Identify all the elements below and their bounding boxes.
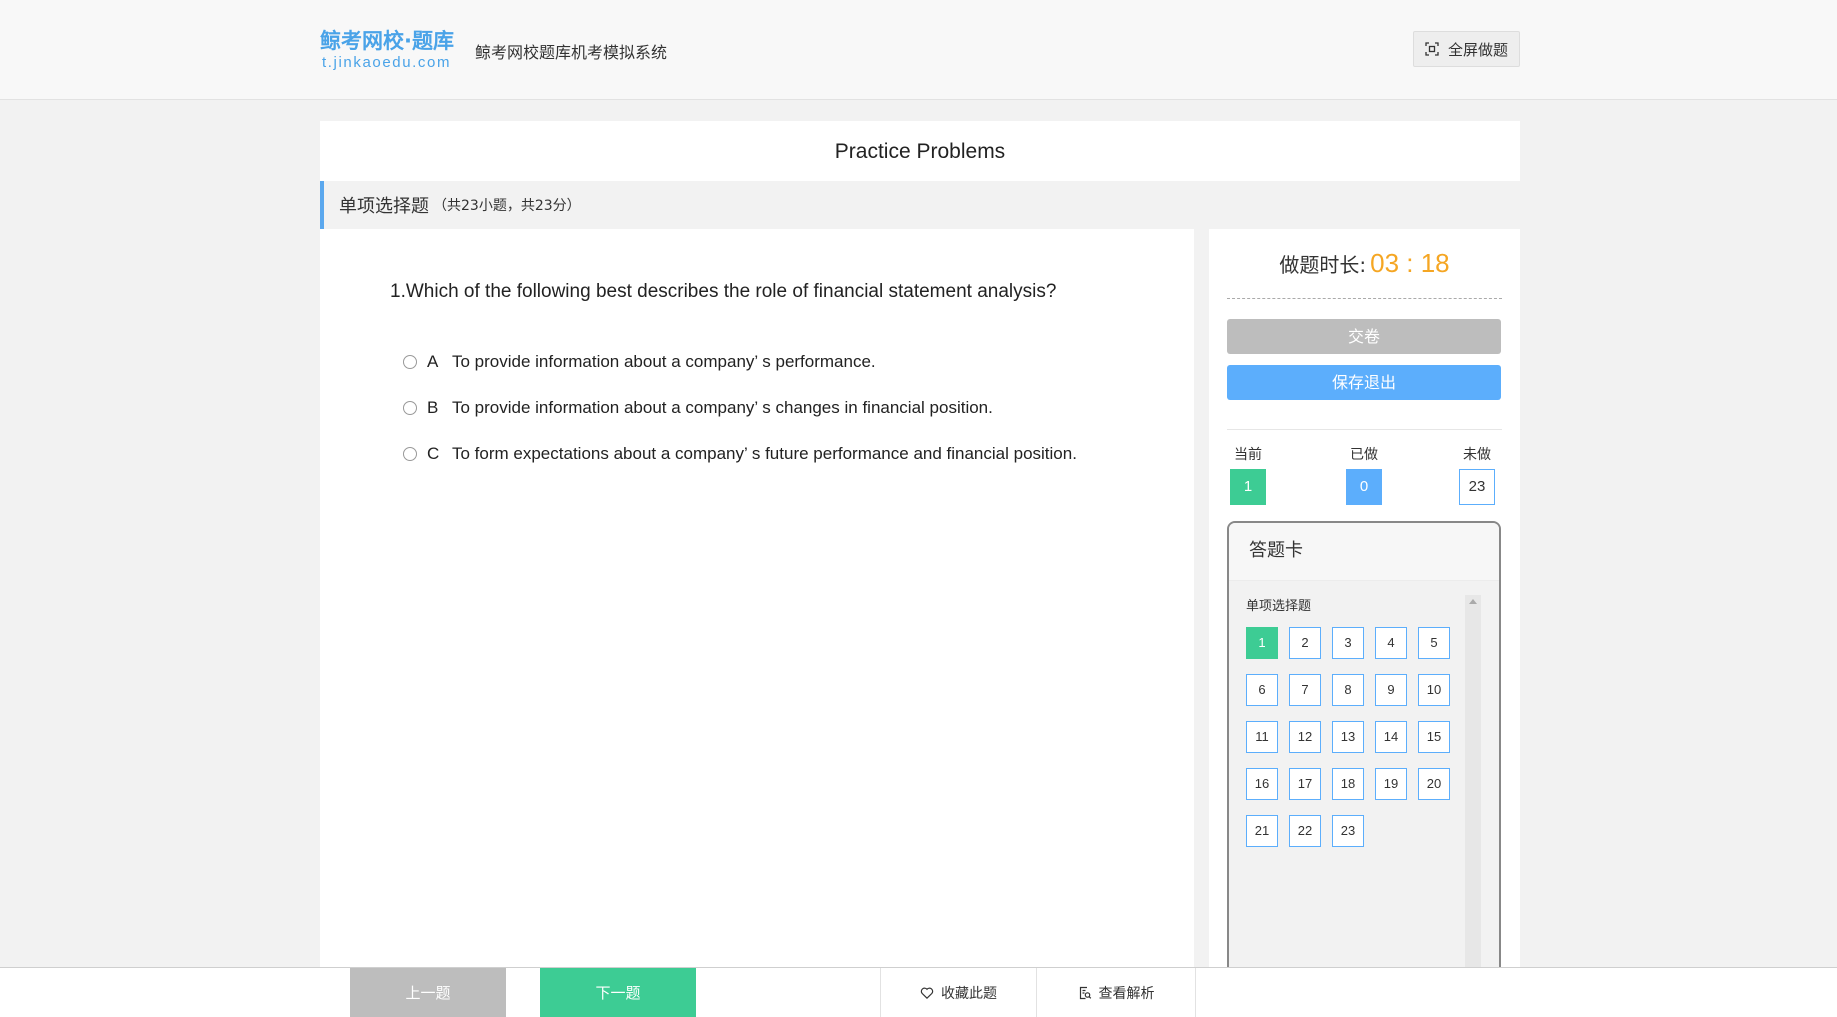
bottom-bar: 上一题 下一题 收藏此题 查看解析 <box>0 967 1837 1017</box>
stat-current: 当前 1 <box>1230 445 1266 505</box>
option-letter: C <box>427 444 440 463</box>
question-number-cell[interactable]: 9 <box>1375 674 1407 706</box>
timer-value: 03 : 18 <box>1370 248 1450 278</box>
system-title: 鲸考网校题库机考模拟系统 <box>475 43 668 62</box>
stat-done: 已做 0 <box>1346 445 1382 505</box>
view-analysis-button[interactable]: 查看解析 <box>1036 968 1196 1017</box>
stat-todo: 未做 23 <box>1459 445 1495 505</box>
question-number-cell[interactable]: 12 <box>1289 721 1321 753</box>
question-number-cell[interactable]: 6 <box>1246 674 1278 706</box>
question-number-cell[interactable]: 11 <box>1246 721 1278 753</box>
prev-question-button[interactable]: 上一题 <box>350 968 506 1017</box>
stat-done-value: 0 <box>1346 469 1382 505</box>
logo-sub-text: t.jinkaoedu.com <box>322 54 452 71</box>
scroll-up-icon[interactable] <box>1469 599 1477 604</box>
question-number-cell[interactable]: 14 <box>1375 721 1407 753</box>
question-number-cell[interactable]: 17 <box>1289 768 1321 800</box>
options-list: A To provide information about a company… <box>403 351 1077 489</box>
fullscreen-icon <box>1425 42 1439 56</box>
question-number-cell[interactable]: 16 <box>1246 768 1278 800</box>
option-letter: A <box>427 352 439 371</box>
option-c[interactable]: C To form expectations about a company’ … <box>403 443 1077 465</box>
site-logo[interactable]: 鲸考网校·题库 t.jinkaoedu.com <box>320 28 458 72</box>
top-header: 鲸考网校·题库 t.jinkaoedu.com 鲸考网校题库机考模拟系统 全屏做… <box>0 0 1837 100</box>
question-number-cell[interactable]: 18 <box>1332 768 1364 800</box>
question-number-cell[interactable]: 20 <box>1418 768 1450 800</box>
option-text: To provide information about a company’ … <box>452 352 876 371</box>
side-panel: 做题时长: 03 : 18 交卷 保存退出 当前 1 已做 0 未做 23 答题… <box>1209 229 1520 981</box>
scrollbar[interactable] <box>1465 595 1481 979</box>
question-panel: 1.Which of the following best describes … <box>320 229 1194 969</box>
paper-title: Practice Problems <box>320 121 1520 181</box>
question-number-cell[interactable]: 21 <box>1246 815 1278 847</box>
answer-card: 答题卡 单项选择题 1 2 3 4 5 6 7 8 9 10 11 12 13 14 15 16 17 18 19 2… <box>1227 521 1501 981</box>
stat-current-value: 1 <box>1230 469 1266 505</box>
heart-icon <box>920 986 934 1000</box>
timer-label: 做题时长: <box>1279 253 1367 277</box>
radio-button[interactable] <box>403 447 417 461</box>
question-number-cell[interactable]: 4 <box>1375 627 1407 659</box>
analysis-label: 查看解析 <box>1098 986 1155 1002</box>
fullscreen-button[interactable]: 全屏做题 <box>1413 31 1520 67</box>
stat-current-label: 当前 <box>1234 447 1262 463</box>
question-number-cell[interactable]: 2 <box>1289 627 1321 659</box>
question-number-cell[interactable]: 3 <box>1332 627 1364 659</box>
question-number-cell[interactable]: 1 <box>1246 627 1278 659</box>
option-text: To provide information about a company’ … <box>452 398 993 417</box>
section-name: 单项选择题 <box>339 196 429 217</box>
question-text: 1.Which of the following best describes … <box>390 281 1057 302</box>
question-number-cell[interactable]: 15 <box>1418 721 1450 753</box>
answer-grid: 1 2 3 4 5 6 7 8 9 10 11 12 13 14 15 16 17 18 19 20 21 22 23 <box>1246 627 1466 847</box>
fullscreen-label: 全屏做题 <box>1447 40 1508 59</box>
stat-todo-label: 未做 <box>1463 447 1491 463</box>
question-number-cell[interactable]: 8 <box>1332 674 1364 706</box>
divider <box>1227 429 1502 430</box>
radio-button[interactable] <box>403 401 417 415</box>
radio-button[interactable] <box>403 355 417 369</box>
answer-card-section: 单项选择题 <box>1246 599 1312 614</box>
answer-card-title: 答题卡 <box>1229 523 1499 581</box>
submit-button[interactable]: 交卷 <box>1227 319 1501 354</box>
logo-main-text: 鲸考网校·题库 <box>320 29 454 53</box>
question-number-cell[interactable]: 10 <box>1418 674 1450 706</box>
question-number-cell[interactable]: 13 <box>1332 721 1364 753</box>
stat-todo-value: 23 <box>1459 469 1495 505</box>
option-text: To form expectations about a company’ s … <box>452 444 1077 463</box>
section-header: 单项选择题 （共23小题，共23分） <box>320 181 1520 229</box>
save-exit-button[interactable]: 保存退出 <box>1227 365 1501 400</box>
section-info: （共23小题，共23分） <box>433 198 581 214</box>
question-number-cell[interactable]: 5 <box>1418 627 1450 659</box>
option-a[interactable]: A To provide information about a company… <box>403 351 1077 373</box>
answer-card-body: 单项选择题 1 2 3 4 5 6 7 8 9 10 11 12 13 14 15 16 17 18 19 20 21 2… <box>1229 581 1499 979</box>
question-number-cell[interactable]: 19 <box>1375 768 1407 800</box>
question-number-cell[interactable]: 22 <box>1289 815 1321 847</box>
timer: 做题时长: 03 : 18 <box>1227 229 1502 299</box>
favorite-label: 收藏此题 <box>941 986 997 1002</box>
question-number-cell[interactable]: 23 <box>1332 815 1364 847</box>
document-search-icon <box>1078 986 1092 1000</box>
question-number-cell[interactable]: 7 <box>1289 674 1321 706</box>
stat-done-label: 已做 <box>1350 447 1378 463</box>
next-question-button[interactable]: 下一题 <box>540 968 696 1017</box>
option-letter: B <box>427 398 439 417</box>
favorite-button[interactable]: 收藏此题 <box>880 968 1036 1017</box>
option-b[interactable]: B To provide information about a company… <box>403 397 1077 419</box>
